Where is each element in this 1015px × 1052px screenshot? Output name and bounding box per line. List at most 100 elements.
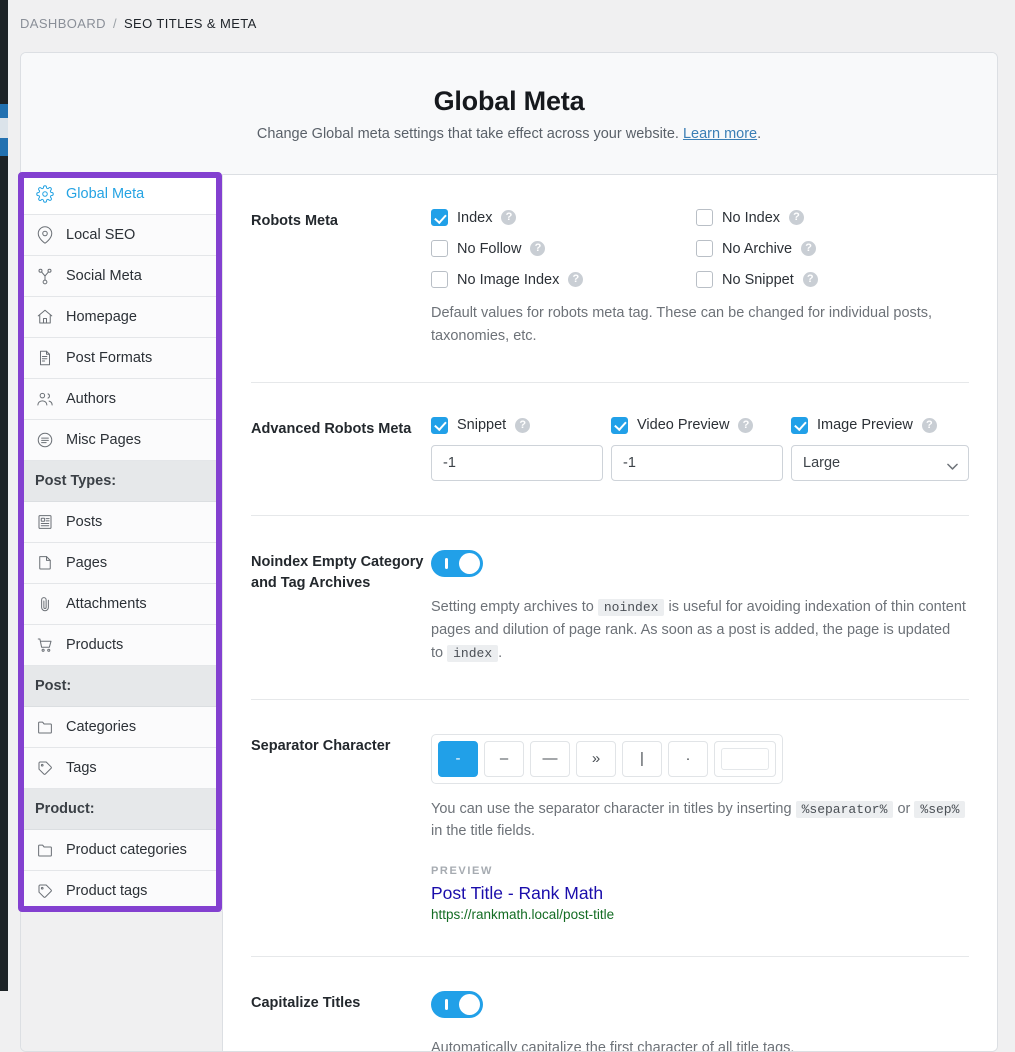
sidebar-item-label: Authors — [66, 391, 116, 407]
sidebar-item-categories[interactable]: Categories — [21, 707, 222, 748]
sidebar-item-label: Misc Pages — [66, 432, 141, 448]
checkbox-label: Snippet — [457, 417, 507, 434]
robots-meta-checkbox-grid: Index ? No Index ? No Follow ? No Archiv… — [431, 209, 969, 288]
sidebar-item-label: Local SEO — [66, 227, 136, 243]
checkbox-box[interactable] — [696, 209, 713, 226]
help-icon[interactable]: ? — [568, 272, 584, 287]
sidebar-item-local-seo[interactable]: Local SEO — [21, 215, 222, 256]
section-label: Separator Character — [251, 737, 391, 754]
page-icon — [35, 553, 55, 573]
sidebar-item-products[interactable]: Products — [21, 625, 222, 666]
breadcrumb-dashboard[interactable]: DASHBOARD — [20, 16, 106, 31]
image-preview-select[interactable]: Large — [791, 444, 969, 481]
separator-option-hyphen[interactable]: - — [438, 740, 478, 777]
checkbox-label: No Snippet — [722, 271, 794, 288]
advanced-field-image-preview: Image Preview ? Large — [791, 416, 969, 481]
help-icon[interactable]: ? — [501, 210, 517, 225]
sidebar-item-label: Product tags — [66, 883, 148, 899]
checkbox-no-follow[interactable]: No Follow ? — [431, 240, 696, 257]
separator-option-middot[interactable]: · — [668, 740, 708, 777]
checkbox-box[interactable] — [431, 209, 448, 226]
help-text-part2: or — [897, 800, 911, 817]
help-icon[interactable]: ? — [921, 417, 937, 433]
sidebar-item-authors[interactable]: Authors — [21, 379, 222, 420]
sidebar-item-attachments[interactable]: Attachments — [21, 584, 222, 625]
checkbox-snippet[interactable]: Snippet ? — [431, 416, 603, 434]
preview-label: PREVIEW — [431, 865, 493, 878]
capitalize-titles-toggle[interactable] — [431, 991, 483, 1019]
checkbox-label: Video Preview — [637, 417, 730, 434]
checkbox-no-archive[interactable]: No Archive ? — [696, 240, 969, 257]
checkbox-box[interactable] — [696, 271, 713, 288]
page-title: Global Meta — [433, 85, 585, 116]
snippet-input[interactable] — [431, 444, 603, 481]
settings-content: Robots Meta Index ? No Index ? No Follow… — [223, 175, 997, 1051]
noindex-empty-toggle[interactable] — [431, 549, 483, 577]
checkbox-box[interactable] — [791, 416, 808, 434]
sidebar-item-label: Attachments — [66, 596, 147, 612]
separator-preview: PREVIEW Post Title - Rank Math https://r… — [431, 865, 969, 922]
help-text-part3: . — [498, 644, 503, 661]
checkbox-box[interactable] — [431, 240, 448, 257]
sidebar-item-pages[interactable]: Pages — [21, 543, 222, 584]
separator-option-pipe[interactable]: | — [622, 740, 662, 777]
checkbox-label: No Image Index — [457, 271, 560, 288]
advanced-field-snippet: Snippet ? — [431, 416, 603, 481]
learn-more-link[interactable]: Learn more — [683, 126, 757, 142]
checkbox-index[interactable]: Index ? — [431, 209, 696, 226]
section-capitalize-titles: Capitalize Titles Automatically capitali… — [251, 957, 969, 1051]
sidebar-item-label: Product categories — [66, 842, 187, 858]
list-circle-icon — [35, 430, 55, 450]
help-icon[interactable]: ? — [530, 241, 546, 256]
section-advanced-robots-meta: Advanced Robots Meta Snippet ? -1 Video … — [251, 383, 969, 516]
checkbox-box[interactable] — [696, 240, 713, 257]
sidebar-item-misc-pages[interactable]: Misc Pages — [21, 420, 222, 461]
checkbox-box[interactable] — [431, 271, 448, 288]
sidebar-item-tags[interactable]: Tags — [21, 748, 222, 789]
sidebar-item-post-formats[interactable]: Post Formats — [21, 338, 222, 379]
users-icon — [35, 389, 55, 409]
separator-option-custom[interactable] — [714, 740, 776, 777]
video-preview-input[interactable] — [611, 444, 783, 481]
section-label: Robots Meta — [251, 213, 338, 229]
sidebar-item-label: Post Formats — [66, 350, 153, 366]
checkbox-no-snippet[interactable]: No Snippet ? — [696, 271, 969, 288]
wp-admin-rail-active-marker — [0, 104, 8, 156]
checkbox-box[interactable] — [611, 416, 628, 434]
separator-option-guillemet[interactable]: » — [576, 740, 616, 777]
help-icon[interactable]: ? — [738, 417, 754, 433]
card-body: Global Meta Local SEO Social Meta Homepa… — [21, 174, 997, 1051]
sidebar-item-posts[interactable]: Posts — [21, 502, 222, 543]
advanced-field-video-preview: Video Preview ? — [611, 416, 783, 481]
posts-icon — [35, 512, 55, 532]
checkbox-image-preview[interactable]: Image Preview ? — [791, 416, 969, 434]
separator-option-en-dash[interactable]: – — [484, 740, 524, 777]
checkbox-no-index[interactable]: No Index ? — [696, 209, 969, 226]
help-icon[interactable]: ? — [789, 210, 805, 225]
page-subtitle-period: . — [757, 125, 762, 142]
checkbox-label: No Archive — [722, 240, 793, 257]
help-text-part1: Setting empty archives to — [431, 598, 594, 615]
sidebar-item-global-meta[interactable]: Global Meta — [21, 174, 222, 215]
checkbox-video-preview[interactable]: Video Preview ? — [611, 416, 783, 434]
separator-custom-input[interactable] — [721, 747, 769, 770]
checkbox-box[interactable] — [431, 416, 448, 434]
sidebar-group-post-types: Post Types: — [21, 461, 222, 502]
map-pin-icon — [35, 225, 55, 245]
preview-title: Post Title - Rank Math — [431, 883, 604, 904]
separator-option-em-dash[interactable]: — — [530, 740, 570, 777]
help-icon[interactable]: ? — [802, 272, 818, 287]
sidebar-item-product-tags[interactable]: Product tags — [21, 871, 222, 912]
checkbox-no-image-index[interactable]: No Image Index ? — [431, 271, 696, 288]
breadcrumb-separator: / — [112, 16, 117, 31]
section-help-text: Default values for robots meta tag. Thes… — [431, 305, 933, 344]
help-icon[interactable]: ? — [801, 241, 817, 256]
section-help-text: Setting empty archives to noindex is use… — [431, 596, 966, 665]
tag-icon — [35, 758, 55, 778]
breadcrumb: DASHBOARD / SEO TITLES & META — [20, 16, 257, 31]
sidebar-item-social-meta[interactable]: Social Meta — [21, 256, 222, 297]
help-icon[interactable]: ? — [515, 417, 531, 433]
sidebar-item-homepage[interactable]: Homepage — [21, 297, 222, 338]
sidebar-item-product-categories[interactable]: Product categories — [21, 830, 222, 871]
sidebar-item-label: Pages — [66, 555, 108, 571]
